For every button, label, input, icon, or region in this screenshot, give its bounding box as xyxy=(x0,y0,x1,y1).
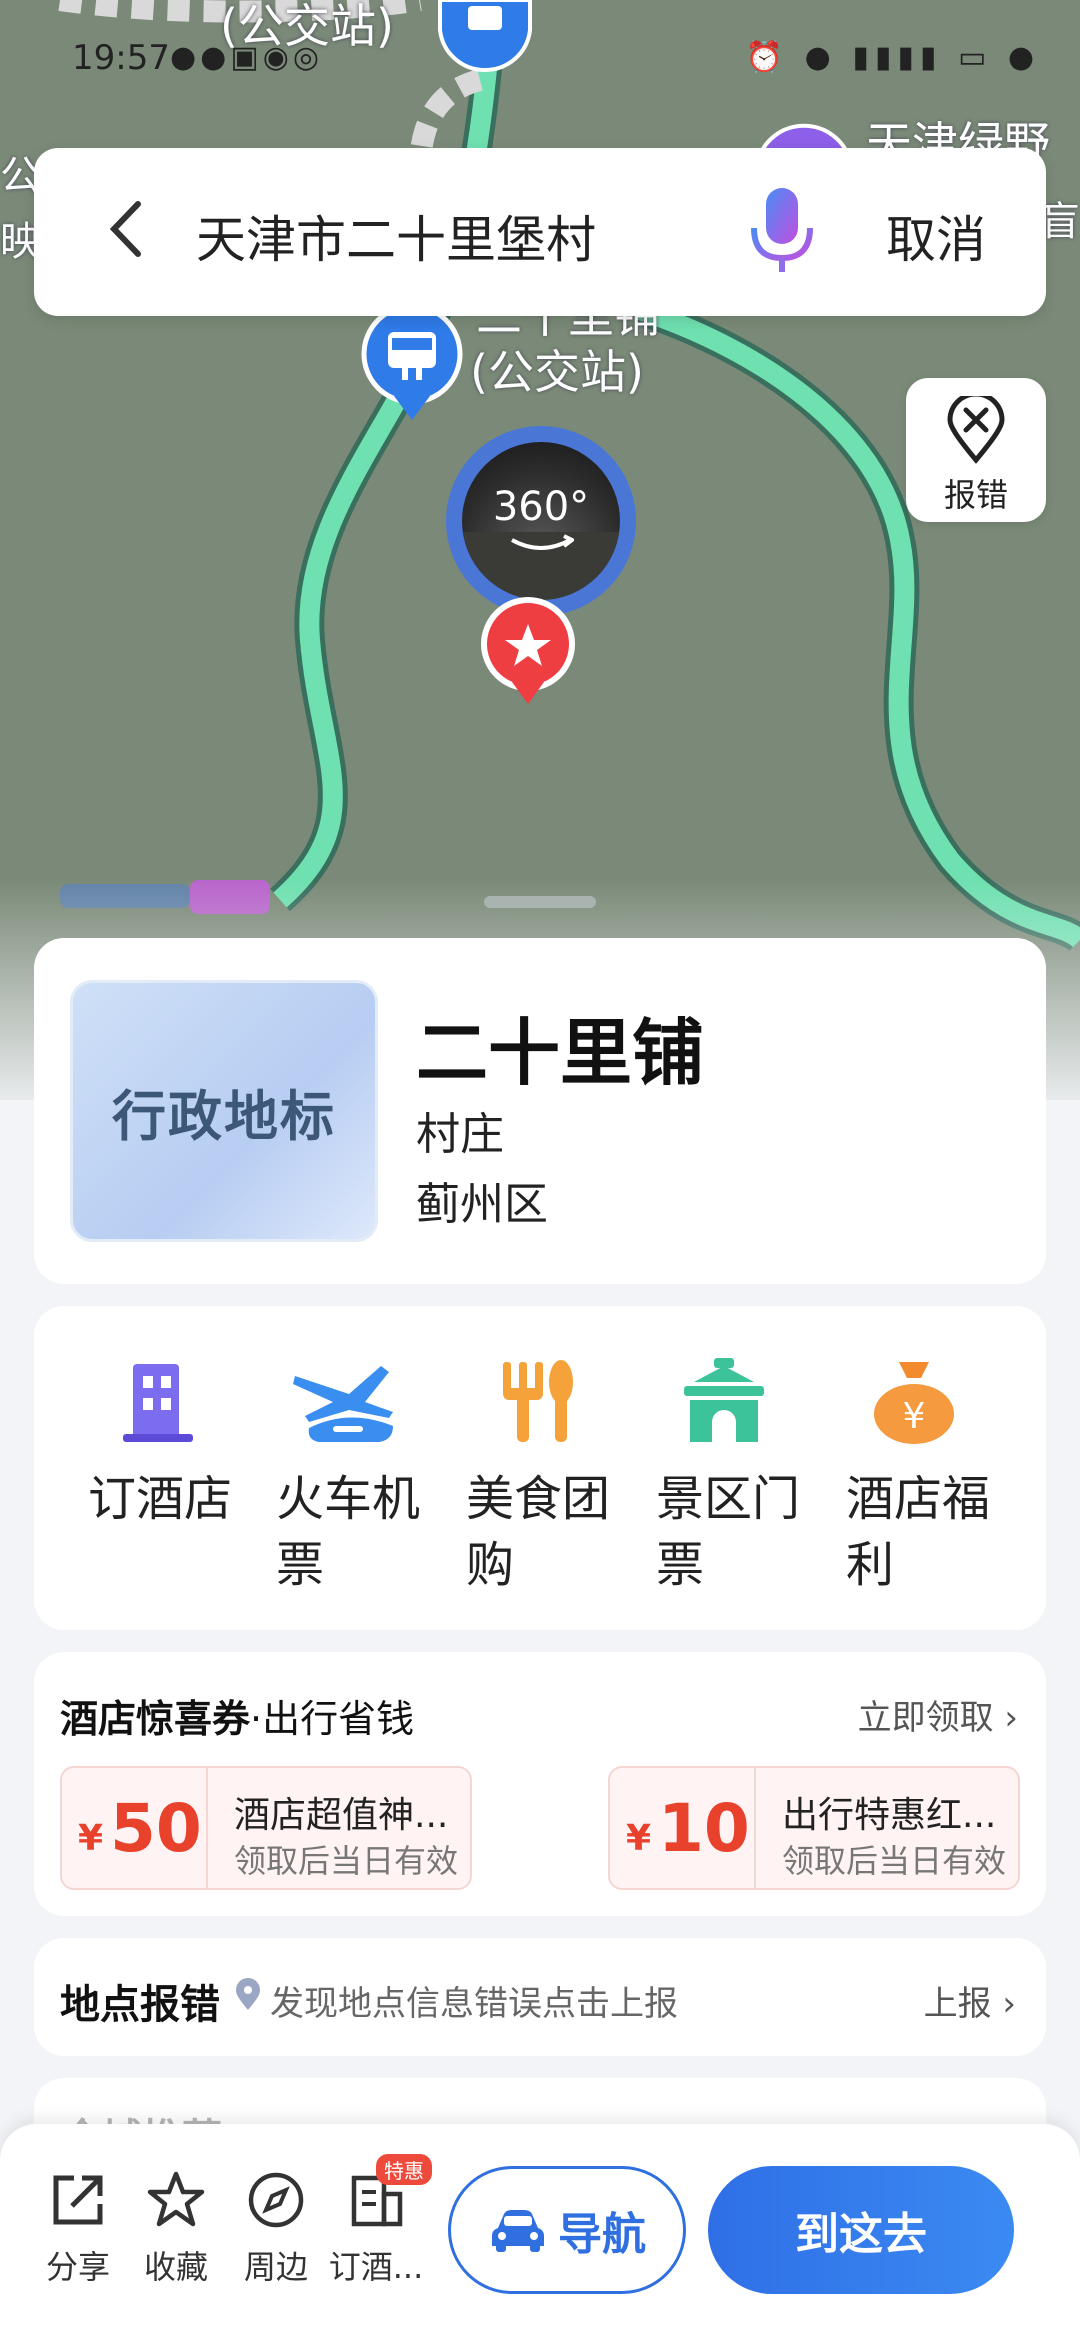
service-hotel[interactable]: 订酒店 xyxy=(66,1356,246,1532)
go-here-button[interactable]: 到这去 xyxy=(708,2166,1014,2294)
service-hotel-perks[interactable]: ¥ 酒店福利 xyxy=(824,1356,1004,1598)
nearby-button[interactable]: 周边 xyxy=(226,2170,326,2288)
share-button[interactable]: 分享 xyxy=(28,2170,128,2288)
nearby-label: 周边 xyxy=(243,2248,308,2286)
coupon-amount: ¥ 10 xyxy=(610,1768,756,1888)
drag-handle[interactable] xyxy=(484,896,596,908)
place-type: 村庄 xyxy=(416,1109,504,1160)
coupon-item[interactable]: ¥ 50 酒店超值神... 领取后当日有效 xyxy=(60,1766,472,1890)
favorite-label: 收藏 xyxy=(143,2248,208,2286)
bottom-action-bar: 分享 收藏 周边 订酒... 特惠 导航 到这去 xyxy=(0,2124,1080,2340)
money-bag-icon: ¥ xyxy=(874,1362,954,1444)
place-card: 行政地标 二十里铺 村庄 蓟州区 xyxy=(34,938,1046,1284)
share-label: 分享 xyxy=(45,2248,110,2286)
map-label-bus-stop-type: (公交站) xyxy=(470,345,644,399)
coupon-currency: ¥ xyxy=(626,1818,652,1859)
service-tickets[interactable]: 火车机票 xyxy=(254,1356,434,1598)
location-pin-small-icon xyxy=(236,1978,260,2010)
svg-text:¥: ¥ xyxy=(903,1396,926,1437)
services-card: 订酒店 火车机票 美食团购 景区门票 ¥ 酒店福利 xyxy=(34,1306,1046,1630)
star-icon xyxy=(147,2171,205,2227)
promo-badge: 特惠 xyxy=(376,2154,432,2185)
navigate-button[interactable]: 导航 xyxy=(448,2166,686,2294)
service-label: 订酒店 xyxy=(88,1471,233,1527)
location-pin-icon[interactable] xyxy=(474,596,582,708)
panorama-label: 360° xyxy=(492,484,590,530)
system-status-icons: ⏰ ● ▮▮▮▮ ▭ ● xyxy=(745,40,1040,75)
coupon-desc: 领取后当日有效 xyxy=(234,1842,459,1880)
coupon-title-text: 酒店超值神... xyxy=(234,1795,449,1836)
search-query[interactable]: 天津市二十里堡村 xyxy=(196,200,596,272)
hotel-building-icon xyxy=(123,1364,193,1442)
book-hotel-button[interactable]: 订酒... xyxy=(326,2170,426,2288)
back-icon[interactable] xyxy=(102,194,172,264)
location-report-hint: 发现地点信息错误点击上报 xyxy=(270,1984,678,2024)
place-thumbnail[interactable]: 行政地标 xyxy=(70,980,378,1242)
share-icon xyxy=(53,2175,103,2225)
status-bar: 19:57 ●●▣◉◎ ⏰ ● ▮▮▮▮ ▭ ● xyxy=(0,30,1080,90)
coupon-amount: ¥ 50 xyxy=(62,1768,208,1888)
cancel-button[interactable]: 取消 xyxy=(886,200,986,272)
navigate-label: 导航 xyxy=(558,2209,646,2260)
pin-error-icon xyxy=(947,391,1005,464)
service-label: 景区门票 xyxy=(656,1471,801,1593)
service-label: 火车机票 xyxy=(276,1471,421,1593)
search-bar: 天津市二十里堡村 取消 xyxy=(34,148,1046,316)
coupon-title: 酒店惊喜券 xyxy=(60,1697,251,1741)
favorite-button[interactable]: 收藏 xyxy=(126,2170,226,2288)
service-food[interactable]: 美食团购 xyxy=(444,1356,624,1598)
location-report-title: 地点报错 xyxy=(60,1982,220,2028)
map-label-poi-right-2: 盲 xyxy=(1040,199,1080,245)
coupon-value: 50 xyxy=(110,1790,202,1867)
microphone-icon[interactable] xyxy=(742,184,822,280)
service-label: 酒店福利 xyxy=(846,1471,991,1593)
claim-now-link[interactable]: 立即领取 › xyxy=(858,1690,1018,1739)
report-link[interactable]: 上报 › xyxy=(924,1976,1016,2025)
report-error-label: 报错 xyxy=(943,476,1008,514)
go-here-label: 到这去 xyxy=(795,2209,927,2260)
coupon-item[interactable]: ¥ 10 出行特惠红... 领取后当日有效 xyxy=(608,1766,1020,1890)
service-label: 美食团购 xyxy=(466,1471,611,1593)
coupon-subtitle: ·出行省钱 xyxy=(250,1697,415,1741)
service-scenic[interactable]: 景区门票 xyxy=(634,1356,814,1598)
report-error-button[interactable]: 报错 xyxy=(906,378,1046,522)
coupon-card: 酒店惊喜券·出行省钱 立即领取 › ¥ 50 酒店超值神... 领取后当日有效 … xyxy=(34,1652,1046,1916)
location-report-card[interactable]: 地点报错 发现地点信息错误点击上报 上报 › xyxy=(34,1938,1046,2056)
food-fork-spoon-icon xyxy=(503,1360,573,1442)
coupon-desc: 领取后当日有效 xyxy=(782,1842,1007,1880)
coupon-section-title: 酒店惊喜券·出行省钱 xyxy=(60,1688,414,1743)
scenic-gate-icon xyxy=(684,1358,764,1442)
bus-stop-marker-icon[interactable] xyxy=(356,304,468,424)
coupon-title-text: 出行特惠红... xyxy=(782,1795,997,1836)
train-plane-icon xyxy=(293,1366,393,1442)
rotate-arrow-icon xyxy=(511,534,574,550)
coupon-currency: ¥ xyxy=(78,1818,104,1859)
place-district: 蓟州区 xyxy=(416,1179,548,1230)
car-icon xyxy=(492,2210,544,2252)
place-name: 二十里铺 xyxy=(416,1011,705,1095)
status-time: 19:57 xyxy=(72,38,170,78)
panorama-marker[interactable]: 360° xyxy=(446,426,636,616)
notification-icons: ●●▣◉◎ xyxy=(170,40,324,75)
coupon-value: 10 xyxy=(658,1790,750,1867)
compass-icon xyxy=(248,2172,304,2228)
thumbnail-text: 行政地标 xyxy=(112,1084,336,1148)
book-hotel-label: 订酒... xyxy=(328,2248,424,2286)
